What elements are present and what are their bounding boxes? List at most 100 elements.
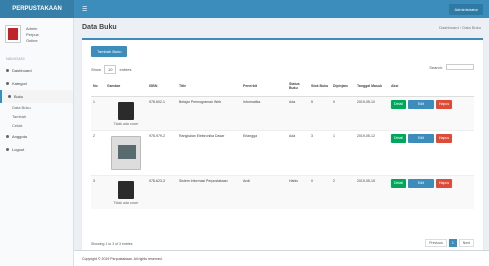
sidebar: Admin Perpus Online NAVIGASI Dashboard K… [0,18,74,266]
app-logo[interactable]: PERPUSTAKAAN [0,0,74,18]
edit-button[interactable]: Edit [407,178,434,188]
cell-stock: 3 [309,129,331,175]
sidebar-item-dashboard[interactable]: Dashboard [0,64,73,77]
table-search: Search: [429,64,474,70]
cell-publisher: Informatika [241,95,287,130]
detail-button[interactable]: Detail [391,133,406,143]
cell-status: Ada [287,129,309,175]
cell-no: 1 [91,95,105,130]
sidebar-subitem-data-buku[interactable]: Data Buku [0,103,73,112]
table-row: 1 Tidak ada cover 978-602-1 Belajar Pemr… [91,95,474,130]
book-cover-image [111,135,141,170]
column-header[interactable]: Dipinjam [331,76,355,97]
cell-stock: 5 [309,95,331,130]
tag-icon [6,82,9,85]
detail-button[interactable]: Detail [391,99,406,109]
search-input[interactable] [446,64,474,70]
cell-stock: 0 [309,174,331,209]
cover-caption: Tidak ada cover [113,200,139,205]
table-row: 3 Tidak ada cover 978-623-3 Sistem Infor… [91,174,474,209]
book-cover-image [118,101,134,120]
cell-borrowed: 1 [331,129,355,175]
delete-button[interactable]: Hapus [435,99,453,109]
sidebar-item-label: Buku [14,94,24,99]
cell-isbn: 978-602-1 [147,95,177,130]
sidebar-item-kategori[interactable]: Kategori [0,77,73,90]
column-header[interactable]: No [91,76,105,97]
cell-isbn: 978-979-2 [147,129,177,175]
sidebar-subitem-cetak[interactable]: Cetak [0,121,73,130]
edit-button[interactable]: Edit [407,133,434,143]
cell-no: 2 [91,129,105,175]
add-book-button[interactable]: Tambah Buku [91,46,128,57]
book-cover-image [118,180,134,199]
cell-isbn: 978-623-3 [147,174,177,209]
cover-caption: Tidak ada cover [113,121,139,126]
sidebar-subitem-tambah[interactable]: Tambah [0,112,73,121]
table-row: 2 978-979-2 Rangkaian Elektronika Dasar … [91,129,474,175]
column-header[interactable]: Title [177,76,241,97]
cell-image: Tidak ada cover [105,95,147,130]
user-status: Online [26,38,38,43]
sidebar-item-logout[interactable]: Logout [0,143,73,156]
cell-actions: Detail Edit Hapus [389,174,474,209]
cell-actions: Detail Edit Hapus [389,129,474,175]
dashboard-icon [6,69,9,72]
cell-actions: Detail Edit Hapus [389,95,474,130]
column-header[interactable]: Tanggal Masuk [355,76,389,97]
cell-publisher: Andi [241,174,287,209]
entries-length-control: Show 10 entries [91,65,131,74]
book-icon [8,95,11,98]
edit-button[interactable]: Edit [407,99,434,109]
cell-title: Sistem Informasi Perpustakaan [177,174,241,209]
cell-borrowed: 2 [331,174,355,209]
cell-date: 2019-05-12 [355,129,389,175]
pagination-next[interactable]: Next [458,239,474,247]
page-title: Data Buku [82,24,117,31]
table-header-row: No Gambar ISBN Title Penerbit Status Buk… [91,76,474,97]
cell-date: 2019-05-15 [355,174,389,209]
sidebar-item-label: Dashboard [12,68,32,73]
sidebar-header: NAVIGASI [6,56,25,61]
hamburger-menu-icon[interactable]: ☰ [82,6,87,13]
app-root: PERPUSTAKAAN ☰ Administrator Admin Perpu… [0,0,489,266]
books-table: No Gambar ISBN Title Penerbit Status Buk… [91,76,474,209]
cell-status: Habis [287,174,309,209]
sidebar-item-buku[interactable]: Buku [0,90,73,103]
column-header[interactable]: Penerbit [241,76,287,97]
cell-status: Ada [287,95,309,130]
page-footer: Copyright © 2019 Perpustakaan. All right… [74,250,489,266]
column-header[interactable]: Gambar [105,76,147,97]
column-header[interactable]: Stok Buku [309,76,331,97]
sidebar-item-label: Anggota [12,134,27,139]
cell-date: 2019-05-10 [355,95,389,130]
users-icon [6,135,9,138]
data-box: Tambah Buku Show 10 entries Search: No G… [82,38,483,254]
logout-icon [6,148,9,151]
search-label: Search: [429,64,443,70]
cell-title: Belajar Pemrograman Web [177,95,241,130]
detail-button[interactable]: Detail [391,178,406,188]
cell-title: Rangkaian Elektronika Dasar [177,129,241,175]
breadcrumb[interactable]: Dashboard › Data Buku [439,25,481,30]
column-header[interactable]: Aksi [389,76,474,97]
avatar [5,25,21,43]
entries-label: entries [119,67,132,72]
column-header[interactable]: Status Buku [287,76,309,97]
user-panel: Admin Perpus Online [0,18,73,50]
sidebar-item-anggota[interactable]: Anggota [0,130,73,143]
cell-publisher: Erlangga [241,129,287,175]
top-navbar: PERPUSTAKAAN ☰ Administrator [0,0,489,18]
pagination: Previous 1 Next [425,239,474,247]
delete-button[interactable]: Hapus [435,178,453,188]
user-menu[interactable]: Administrator [449,3,483,15]
column-header[interactable]: ISBN [147,76,177,97]
entries-select[interactable]: 10 [104,65,117,74]
sidebar-item-label: Kategori [12,81,27,86]
delete-button[interactable]: Hapus [435,133,453,143]
cell-borrowed: 0 [331,95,355,130]
show-label: Show [91,67,102,72]
pagination-previous[interactable]: Previous [425,239,447,247]
table-info: Showing 1 to 3 of 3 entries [91,242,133,246]
pagination-page-1[interactable]: 1 [448,239,457,247]
